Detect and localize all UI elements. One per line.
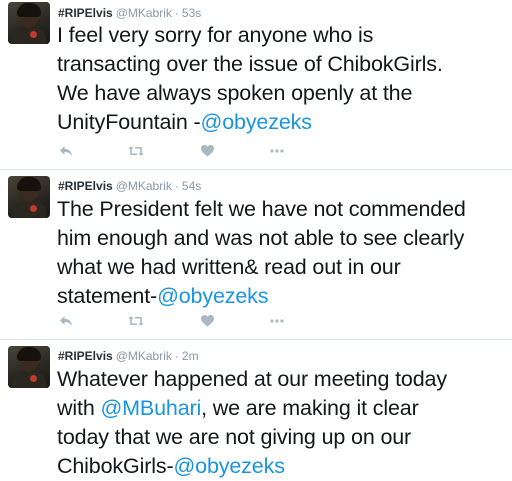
tweet-text-line: UnityFountain -@obyezeks — [57, 108, 507, 137]
tweet[interactable]: #RIPElvis @MKabrik · 2m Whatever happened a… — [0, 340, 512, 480]
tweet-text-line: statement-@obyezeks — [57, 282, 507, 311]
tweet-text-segment: The President felt we have not commended — [57, 197, 466, 221]
tweet-text: Whatever happened at our meeting today wi… — [57, 365, 507, 481]
tweet-text-segment: with — [57, 396, 101, 420]
tweet-text-line: with @MBuhari, we are making it clear — [57, 394, 507, 423]
more-icon[interactable] — [268, 312, 286, 330]
tweet-text-line: Whatever happened at our meeting today — [57, 365, 507, 394]
tweet-text-segment: ChibokGirls- — [57, 454, 174, 478]
separator-dot: · — [174, 6, 179, 20]
screen-name[interactable]: @MKabrik — [116, 179, 172, 193]
tweet-text-segment: transacting over the issue of ChibokGirl… — [57, 52, 443, 76]
tweet-text-segment: We have always spoken openly at the — [57, 81, 413, 105]
tweet-header: #RIPElvis @MKabrik · 2m — [58, 348, 199, 364]
tweet-text-line: what we had written& read out in our — [57, 253, 507, 282]
screen-name[interactable]: @MKabrik — [116, 6, 172, 20]
separator-dot: · — [174, 349, 179, 363]
avatar[interactable] — [8, 176, 50, 218]
mention-link[interactable]: @obyezeks — [173, 454, 284, 478]
tweet-header: #RIPElvis @MKabrik · 54s — [58, 178, 201, 194]
screen-name[interactable]: @MKabrik — [116, 349, 172, 363]
tweet-text-line: We have always spoken openly at the — [57, 79, 507, 108]
tweet-text: I feel very sorry for anyone who is trans… — [57, 21, 507, 137]
reply-icon[interactable] — [57, 312, 75, 330]
tweet[interactable]: #RIPElvis @MKabrik · 54s The President felt… — [0, 170, 512, 340]
tweet-text-segment: today that we are not giving up on our — [57, 425, 412, 449]
tweet-text-segment: what we had written& read out in our — [57, 255, 401, 279]
tweet-text-line: today that we are not giving up on our — [57, 423, 507, 452]
separator-dot: · — [174, 179, 179, 193]
tweet-text-segment: statement- — [57, 284, 158, 308]
avatar[interactable] — [8, 346, 50, 388]
tweet-text-line: him enough and was not able to see clear… — [57, 224, 507, 253]
display-name[interactable]: #RIPElvis — [58, 179, 113, 193]
tweet-text-line: The President felt we have not commended — [57, 195, 507, 224]
mention-link[interactable]: @MBuhari — [100, 396, 201, 420]
timestamp[interactable]: 54s — [182, 179, 201, 193]
tweet-text-segment: Whatever happened at our meeting today — [57, 367, 447, 391]
tweet-header: #RIPElvis @MKabrik · 53s — [58, 5, 201, 21]
tweet-text-segment: , we are making it clear — [201, 396, 419, 420]
tweet-text-line: ChibokGirls-@obyezeks — [57, 452, 507, 481]
tweet-text: The President felt we have not commended… — [57, 195, 507, 311]
reply-icon[interactable] — [57, 142, 75, 160]
avatar[interactable] — [8, 2, 50, 44]
tweet-text-segment: UnityFountain - — [57, 110, 201, 134]
tweet-text-line: transacting over the issue of ChibokGirl… — [57, 50, 507, 79]
heart-icon[interactable] — [198, 142, 216, 160]
tweet-actions — [57, 142, 357, 160]
display-name[interactable]: #RIPElvis — [58, 6, 113, 20]
tweet-actions — [57, 312, 357, 330]
mention-link[interactable]: @obyezeks — [157, 284, 268, 308]
mention-link[interactable]: @obyezeks — [201, 110, 312, 134]
more-icon[interactable] — [268, 142, 286, 160]
timestamp[interactable]: 53s — [182, 6, 201, 20]
heart-icon[interactable] — [198, 312, 216, 330]
display-name[interactable]: #RIPElvis — [58, 349, 113, 363]
tweet[interactable]: #RIPElvis @MKabrik · 53s I feel very sorry … — [0, 0, 512, 170]
tweet-text-line: I feel very sorry for anyone who is — [57, 21, 507, 50]
retweet-icon[interactable] — [127, 142, 145, 160]
tweet-text-segment: him enough and was not able to see clear… — [57, 226, 465, 250]
tweet-text-segment: I feel very sorry for anyone who is — [57, 23, 374, 47]
timestamp[interactable]: 2m — [182, 349, 199, 363]
retweet-icon[interactable] — [127, 312, 145, 330]
